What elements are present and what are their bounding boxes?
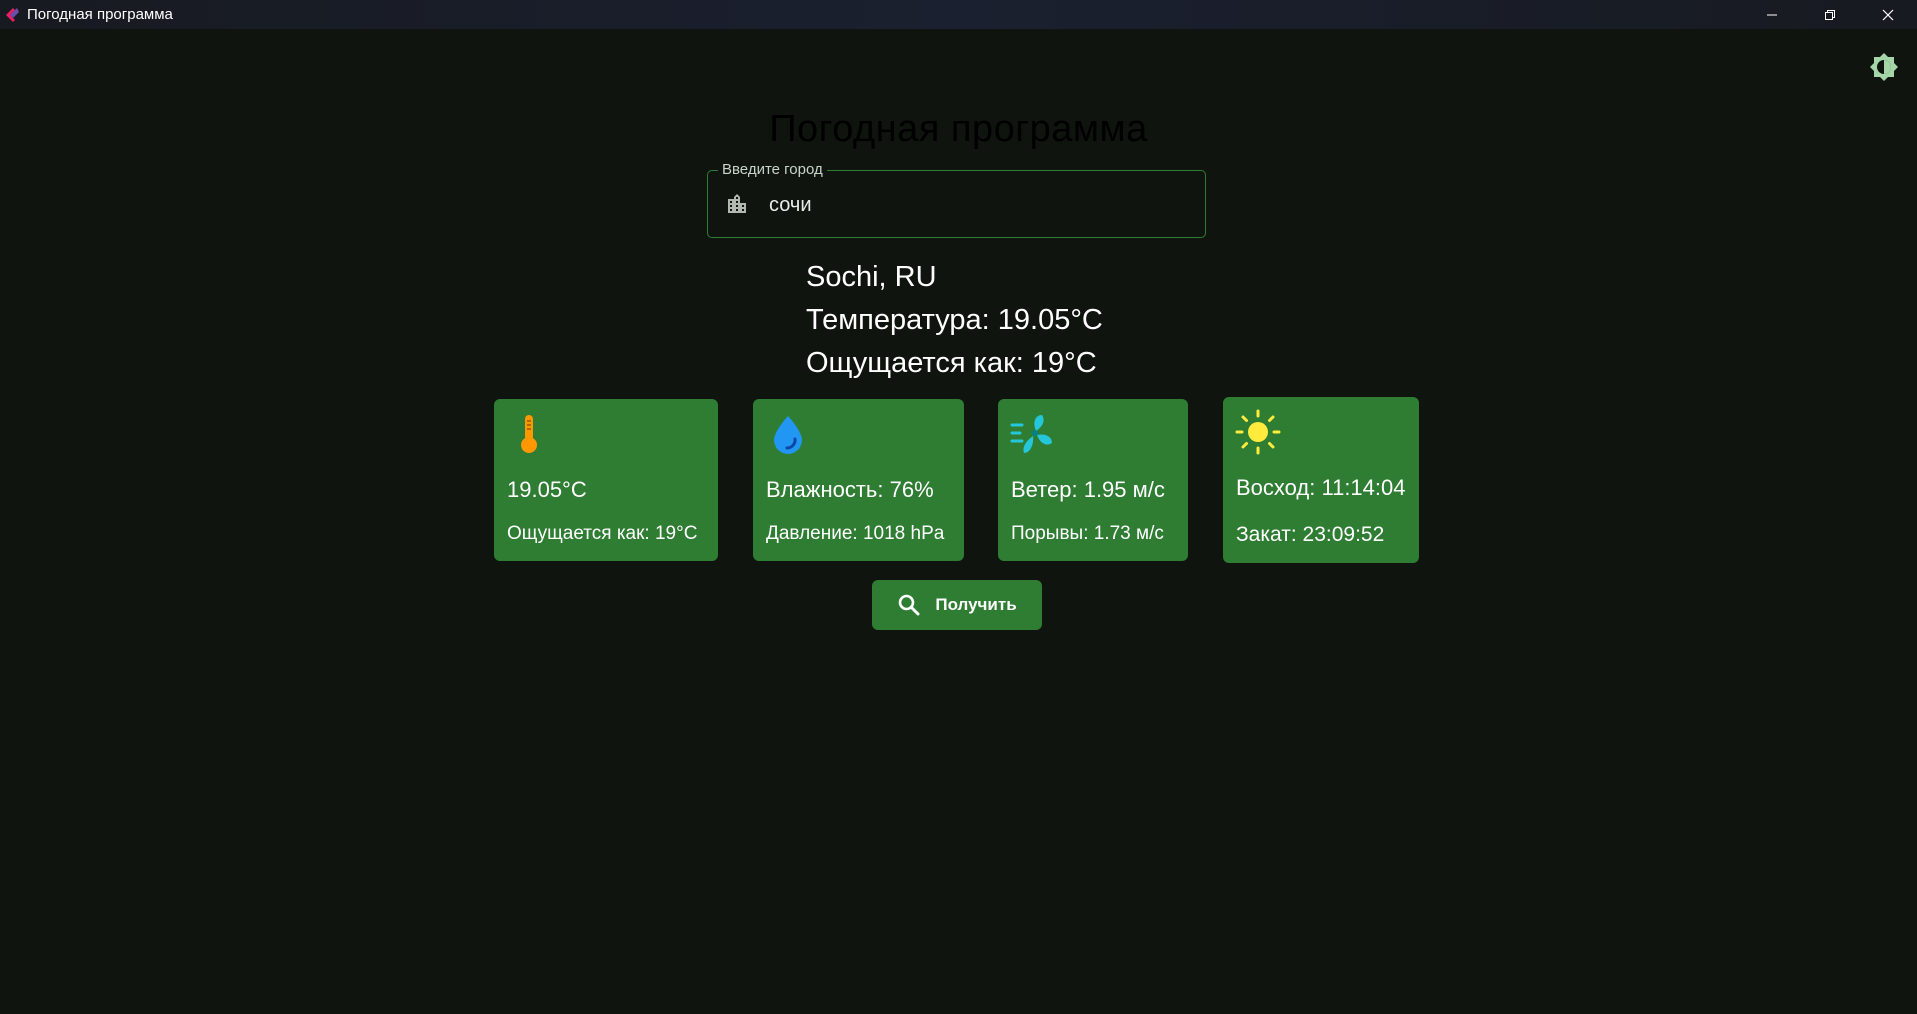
fetch-button[interactable]: Получить [872,580,1042,630]
sunrise-value: Восход: 11:14:04 [1236,475,1406,500]
close-icon [1882,9,1894,20]
city-field[interactable]: Введите город [707,161,1206,238]
temperature-card: 19.05°C Ощущается как: 19°C [494,399,718,561]
app-logo-icon [6,7,19,22]
brightness-icon [1870,53,1898,81]
location-text: Sochi, RU [806,261,937,293]
temperature-text: Температура: 19.05°C [806,304,1103,336]
city-field-label: Введите город [718,161,827,178]
city-input[interactable] [767,189,1191,221]
humidity-card: Влажность: 76% Давление: 1018 hPa [753,399,964,561]
sun-icon [1235,409,1281,455]
wind-gust-value: Порывы: 1.73 м/с [1011,523,1164,544]
water-drop-icon [774,416,802,454]
minimize-icon [1767,14,1777,15]
wind-card: Ветер: 1.95 м/с Порывы: 1.73 м/с [998,399,1188,561]
window-controls [1743,0,1917,29]
wind-icon [1010,415,1052,453]
page-title: Погодная программа [769,108,1148,150]
theme-toggle-button[interactable] [1869,52,1899,82]
minimize-button[interactable] [1743,0,1801,29]
feels-like-value: Ощущается как: 19°C [507,523,698,544]
weather-summary: Sochi, RU Температура: 19.05°C Ощущается… [806,256,1103,385]
sun-card: Восход: 11:14:04 Закат: 23:09:52 [1223,397,1419,563]
restore-icon [1825,9,1835,20]
humidity-value: Влажность: 76% [766,477,934,502]
restore-button[interactable] [1801,0,1859,29]
sunset-value: Закат: 23:09:52 [1236,523,1385,546]
search-icon [899,594,920,616]
close-button[interactable] [1859,0,1917,29]
pressure-value: Давление: 1018 hPa [766,523,945,544]
thermometer-icon [521,415,537,453]
feels-like-text: Ощущается как: 19°C [806,347,1097,379]
temperature-value: 19.05°C [507,477,587,502]
window-title: Погодная программа [27,6,173,23]
wind-speed-value: Ветер: 1.95 м/с [1011,477,1165,502]
fetch-button-label: Получить [935,595,1017,614]
window-titlebar: Погодная программа [0,0,1917,29]
location-city-icon [728,194,746,213]
